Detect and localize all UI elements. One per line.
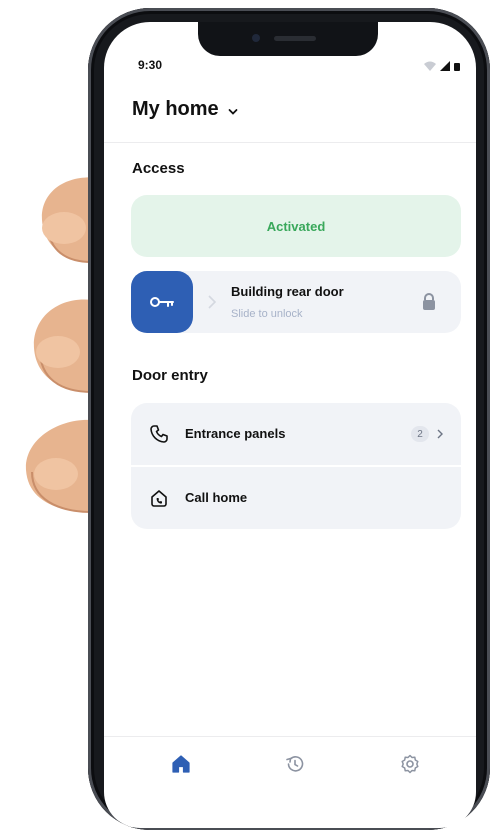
tab-bar-divider (104, 736, 476, 737)
signal-icon (440, 61, 450, 71)
home-call-icon (151, 490, 167, 507)
header-divider (104, 142, 476, 143)
history-icon (286, 756, 304, 772)
app-screen: 9:30 My home Access Activated Building r… (104, 22, 476, 828)
chevron-down-icon[interactable] (228, 108, 238, 116)
chevron-right-icon (208, 295, 217, 309)
status-time: 9:30 (138, 58, 163, 72)
status-icons (424, 61, 460, 71)
gear-icon (401, 754, 419, 774)
chevron-right-icon (437, 429, 443, 439)
door-entry-section-title: Door entry (132, 367, 208, 384)
door-unlock-slider[interactable]: Building rear door Slide to unlock (131, 271, 461, 333)
door-unlock-hint: Slide to unlock (231, 308, 303, 320)
speaker-grille (274, 36, 316, 41)
door-entry-list: Entrance panels 2 Call home (131, 403, 461, 529)
tab-history[interactable] (282, 752, 308, 776)
phone-notch (198, 22, 378, 56)
battery-icon (454, 63, 460, 71)
home-icon (172, 755, 190, 773)
tab-settings[interactable] (397, 752, 423, 776)
key-icon (150, 297, 174, 307)
count-badge: 2 (411, 426, 429, 442)
access-status-label: Activated (266, 218, 326, 234)
list-item-entrance-panels[interactable]: Entrance panels 2 (131, 403, 461, 465)
wifi-icon (424, 61, 436, 71)
camera-icon (252, 34, 260, 42)
tab-home[interactable] (168, 752, 194, 776)
phone-icon (150, 425, 168, 443)
access-section-title: Access (132, 160, 185, 177)
entrance-panels-label: Entrance panels (185, 426, 286, 441)
slide-key-handle[interactable] (131, 271, 193, 333)
list-item-call-home[interactable]: Call home (131, 467, 461, 529)
home-selector[interactable]: My home (132, 98, 219, 121)
call-home-label: Call home (185, 490, 248, 505)
access-status-banner: Activated (131, 195, 461, 257)
door-name: Building rear door (231, 284, 344, 299)
lock-icon (423, 293, 435, 310)
